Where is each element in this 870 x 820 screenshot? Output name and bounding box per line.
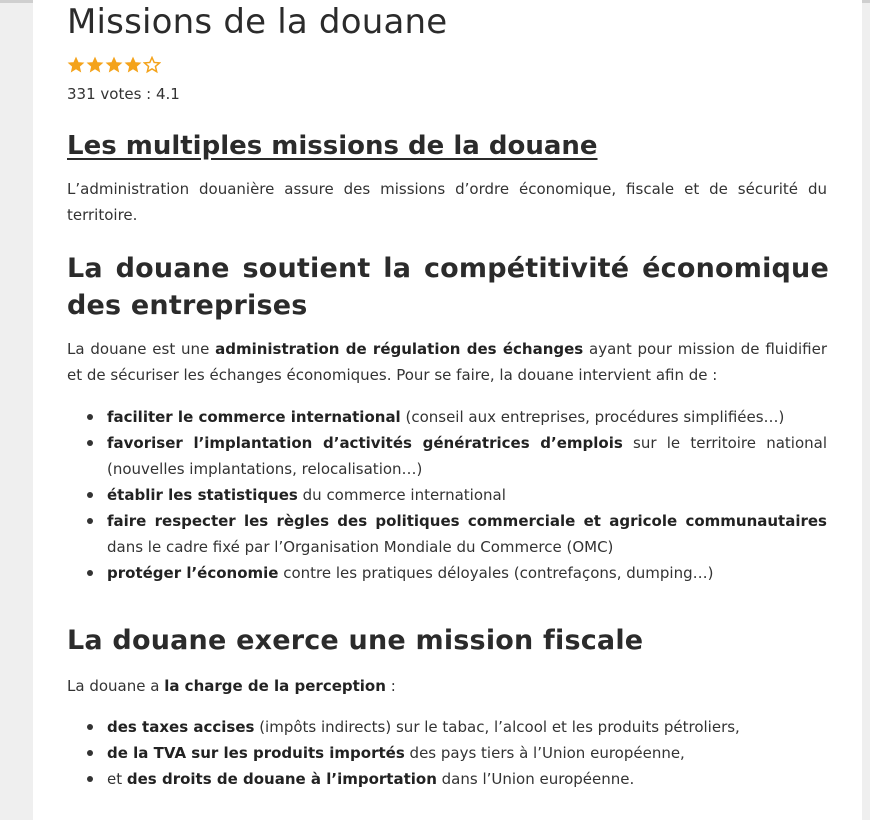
section-paragraph: L’administration douanière assure des mi… [67,180,827,224]
list-item: établir les statistiques du commerce int… [67,482,827,508]
item-bold: faciliter le commerce international [107,408,401,426]
section-heading-missions: Les multiples missions de la douane [67,131,598,161]
intro-bold: administration de régulation des échange… [215,340,584,358]
item-bold: des taxes accises [107,718,255,736]
item-text: des pays tiers à l’Union européenne, [404,744,685,762]
section-intro-competitivite: La douane est une administration de régu… [67,336,827,388]
article-page: Missions de la douane 331 votes : 4.1 Le… [33,0,862,820]
list-item: et des droits de douane à l’importation … [67,766,827,792]
list-item: de la TVA sur les produits importés des … [67,740,827,766]
list-competitivite: faciliter le commerce international (con… [67,404,827,586]
page-title: Missions de la douane [67,2,448,42]
item-text: dans le cadre fixé par l’Organisation Mo… [107,538,614,556]
star-outline-icon[interactable] [143,56,161,74]
item-text: (conseil aux entreprises, procédures sim… [400,408,785,426]
star-icon[interactable] [105,56,123,74]
list-item: faciliter le commerce international (con… [67,404,827,430]
section-intro-fiscale: La douane a la charge de la perception : [67,673,827,699]
item-text: dans l’Union européenne. [436,770,635,788]
item-text: contre les pratiques déloyales (contrefa… [278,564,714,582]
star-icon[interactable] [67,56,85,74]
item-bold: de la TVA sur les produits importés [107,744,405,762]
list-item: protéger l’économie contre les pratiques… [67,560,827,586]
item-text: (impôts indirects) sur le tabac, l’alcoo… [254,718,740,736]
section-heading-competitivite: La douane soutient la compétitivité écon… [67,253,829,321]
votes-count: 331 votes : 4.1 [67,85,180,103]
item-bold: établir les statistiques [107,486,298,504]
star-icon[interactable] [86,56,104,74]
item-text: du commerce international [297,486,506,504]
intro-text: La douane a [67,677,165,695]
item-text: et [107,770,127,788]
list-item: faire respecter les règles des politique… [67,508,827,560]
list-item: des taxes accises (impôts indirects) sur… [67,714,827,740]
item-bold: protéger l’économie [107,564,279,582]
intro-text: La douane est une [67,340,216,358]
item-bold: faire respecter les règles des politique… [107,512,827,530]
star-rating[interactable] [67,56,161,76]
item-bold: des droits de douane à l’importation [126,770,437,788]
item-bold: favoriser l’implantation d’activités gén… [107,434,623,452]
list-fiscale: des taxes accises (impôts indirects) sur… [67,714,827,792]
section-heading-fiscale: La douane exerce une mission fiscale [67,625,644,656]
intro-text: : [385,677,396,695]
star-icon[interactable] [124,56,142,74]
list-item: favoriser l’implantation d’activités gén… [67,430,827,482]
intro-bold: la charge de la perception [164,677,386,695]
